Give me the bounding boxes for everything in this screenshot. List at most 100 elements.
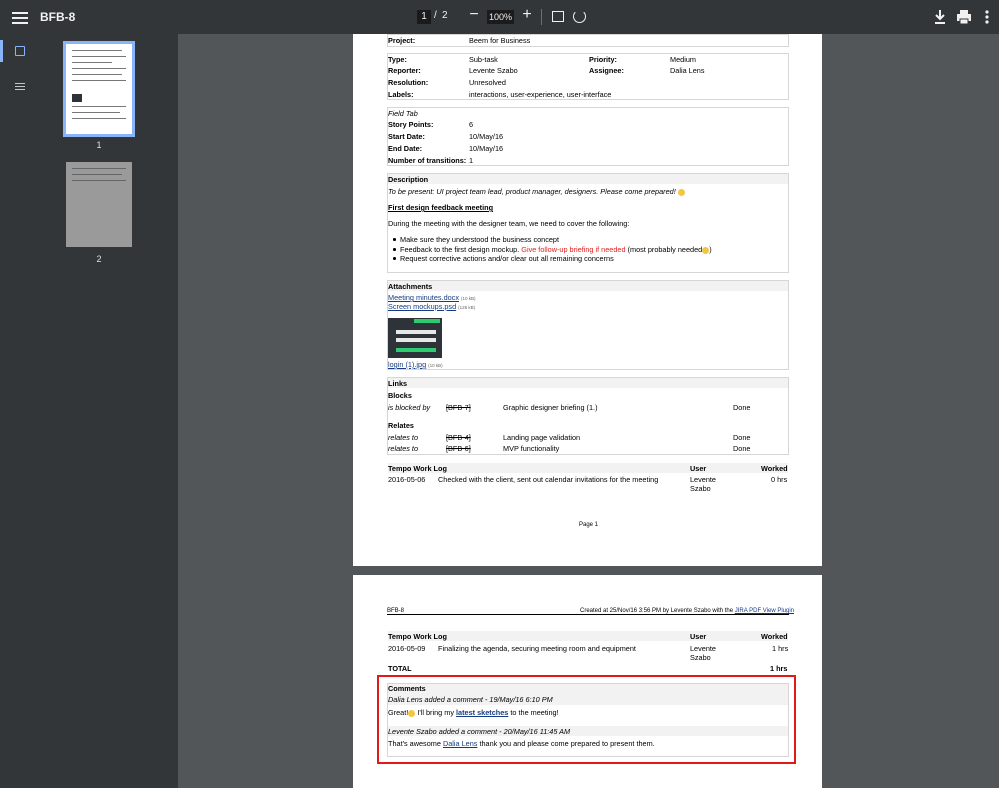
list-item: Feedback to the first design mockup. Giv…	[400, 245, 712, 254]
section-header-bg	[388, 463, 788, 473]
field-value: 6	[469, 120, 474, 129]
issue-key[interactable]: [BFB-6]	[446, 444, 471, 453]
meeting-heading: First design feedback meeting	[388, 203, 494, 212]
thumbnail-view-icon[interactable]	[15, 46, 25, 56]
links-heading: Links	[388, 379, 408, 388]
menu-icon[interactable]	[12, 9, 28, 25]
issue-status: Done	[733, 444, 751, 453]
zoom-out-button[interactable]: −	[467, 6, 481, 26]
page-total: 2	[442, 10, 448, 21]
zoom-in-button[interactable]: +	[520, 6, 534, 26]
issue-title: Landing page validation	[503, 433, 581, 442]
page-separator: /	[434, 10, 437, 21]
attachments-heading: Attachments	[388, 282, 433, 291]
section-header-bg	[388, 631, 788, 641]
bullet-dot	[393, 238, 396, 241]
field-label: Priority:	[589, 55, 617, 64]
lightbulb-icon	[677, 188, 685, 196]
blocks-heading: Blocks	[388, 391, 412, 400]
field-value: 10/May/16	[469, 132, 504, 141]
field-value: Medium	[670, 55, 696, 64]
tempo-hours: 0 hrs	[771, 475, 788, 484]
attachment-link[interactable]: login (1).jpg	[388, 360, 426, 369]
login-thumbnail-image[interactable]	[388, 318, 442, 358]
more-icon[interactable]	[983, 8, 999, 26]
field-label: Project:	[388, 36, 416, 45]
header-rule	[387, 614, 789, 615]
page-footer: Page 1	[579, 522, 599, 528]
attachment-item: Screen mockups.psd (128 kB)	[388, 302, 476, 311]
section-header-bg	[388, 378, 788, 388]
print-icon[interactable]	[956, 8, 972, 26]
meeting-text: During the meeting with the designer tea…	[388, 219, 630, 228]
field-tab-heading: Field Tab	[388, 109, 418, 118]
tempo-user: Szabo	[690, 653, 711, 662]
outline-view-icon[interactable]	[15, 81, 25, 91]
link-relation: relates to	[388, 433, 419, 442]
attachment-link[interactable]: Meeting minutes.docx	[388, 293, 459, 302]
link-relation: is blocked by	[388, 403, 431, 412]
zoom-input[interactable]: 100%	[487, 10, 514, 24]
field-label: Number of transitions:	[388, 156, 467, 165]
tempo-user: Szabo	[690, 484, 711, 493]
tempo-worked-header: Worked	[761, 632, 788, 641]
total-hours: 1 hrs	[770, 664, 788, 673]
tempo-heading: Tempo Work Log	[388, 464, 447, 473]
field-label: Start Date:	[388, 132, 425, 141]
issue-title: Graphic designer briefing (1.)	[503, 403, 598, 412]
section-header-bg	[388, 281, 788, 291]
field-label: Type:	[388, 55, 407, 64]
field-value: interactions, user-experience, user-inte…	[469, 90, 612, 99]
fit-page-icon[interactable]	[552, 11, 564, 22]
tempo-desc: Checked with the client, sent out calend…	[438, 475, 659, 484]
field-label: Assignee:	[589, 66, 624, 75]
rail-active-indicator	[0, 40, 3, 62]
link-relation: relates to	[388, 444, 419, 453]
field-value: Levente Szabo	[469, 66, 518, 75]
tempo-desc: Finalizing the agenda, securing meeting …	[438, 644, 636, 653]
tempo-heading: Tempo Work Log	[388, 632, 447, 641]
field-value: 1	[469, 156, 474, 165]
page-thumbnail-1[interactable]	[63, 41, 135, 137]
attachment-link[interactable]: Screen mockups.psd	[388, 302, 456, 311]
tempo-date: 2016-05-06	[388, 475, 426, 484]
page-thumbnail-2[interactable]	[66, 162, 132, 247]
field-value: Beem for Business	[469, 36, 531, 45]
description-intro: To be present: UI project team lead, pro…	[388, 187, 685, 196]
list-item: Request corrective actions and/or clear …	[400, 254, 614, 263]
tempo-user-header: User	[690, 632, 707, 641]
download-icon[interactable]	[932, 8, 948, 26]
tempo-user-header: User	[690, 464, 707, 473]
tempo-user: Levente	[690, 644, 716, 653]
field-label: End Date:	[388, 144, 423, 153]
highlight-box	[377, 675, 796, 764]
issue-key[interactable]: [BFB-4]	[446, 433, 471, 442]
field-label: Labels:	[388, 90, 414, 99]
bullet-dot	[393, 248, 396, 251]
rotate-icon[interactable]	[573, 10, 586, 23]
field-label: Reporter:	[388, 66, 421, 75]
relates-heading: Relates	[388, 421, 414, 430]
sidebar-rail	[0, 34, 35, 788]
section-header-bg	[388, 174, 788, 184]
document-title: BFB-8	[40, 10, 76, 24]
total-label: TOTAL	[388, 664, 412, 673]
tempo-user: Levente	[690, 475, 716, 484]
page-number-input[interactable]: 1	[417, 10, 431, 24]
attachment-item: login (1).jpg (10 kB)	[388, 360, 443, 369]
viewer-toolbar: BFB-8 1 / 2 − 100% +	[0, 0, 999, 34]
issue-key[interactable]: [BFB-7]	[446, 403, 471, 412]
issue-status: Done	[733, 433, 751, 442]
tempo-hours: 1 hrs	[772, 644, 789, 653]
list-item: Make sure they understood the business c…	[400, 235, 560, 244]
issue-title: MVP functionality	[503, 444, 560, 453]
field-value: Sub-task	[469, 55, 498, 64]
field-label: Resolution:	[388, 78, 429, 87]
bullet-dot	[393, 257, 396, 260]
toolbar-divider	[541, 9, 542, 25]
thumbnail-label: 2	[96, 254, 102, 264]
field-value: 10/May/16	[469, 144, 504, 153]
field-label: Story Points:	[388, 120, 434, 129]
issue-status: Done	[733, 403, 751, 412]
tempo-date: 2016-05-09	[388, 644, 426, 653]
